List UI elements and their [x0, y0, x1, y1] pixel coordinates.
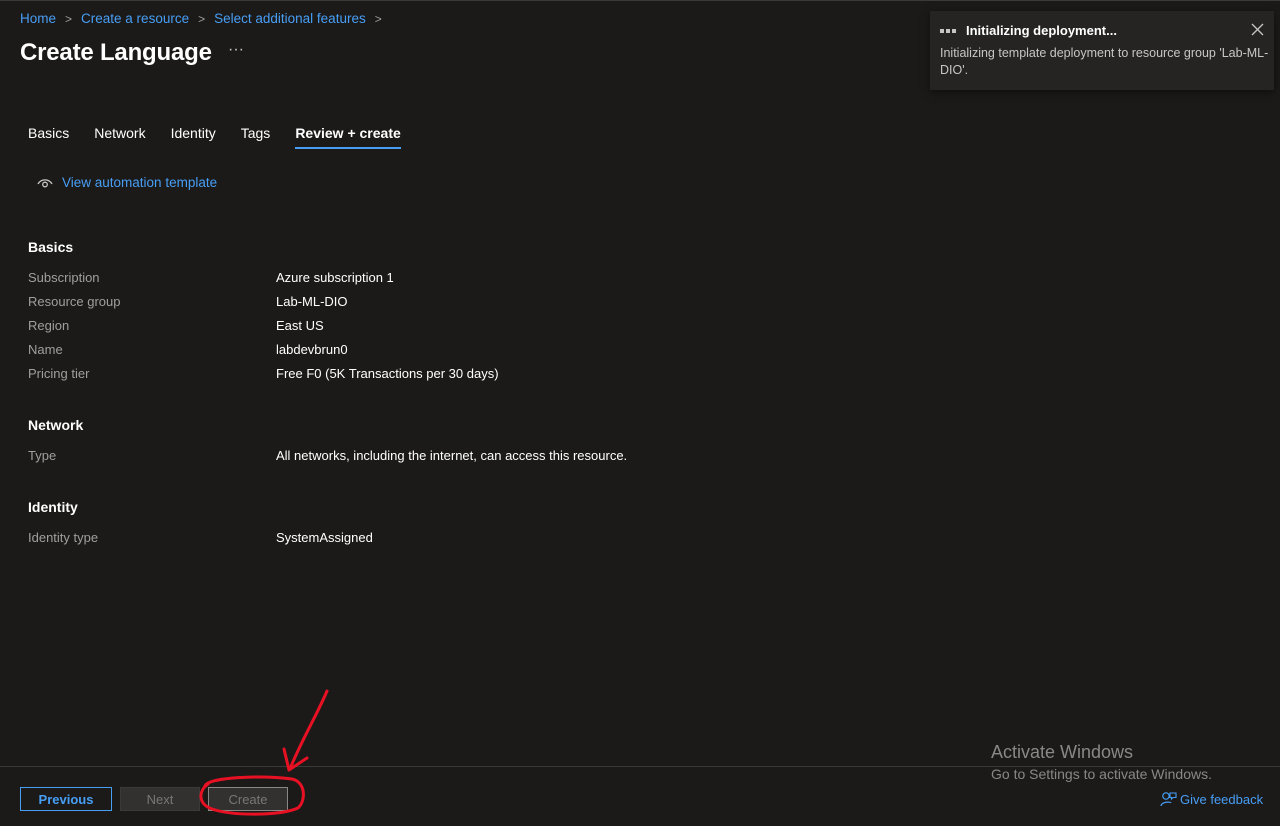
summary-value: Free F0 (5K Transactions per 30 days) — [276, 365, 499, 381]
summary-key: Pricing tier — [28, 365, 90, 381]
breadcrumb-separator: > — [374, 11, 382, 26]
create-language-page: Home > Create a resource > Select additi… — [0, 0, 1280, 826]
summary-row: Resource group Lab-ML-DIO — [28, 289, 499, 313]
summary-value: All networks, including the internet, ca… — [276, 447, 628, 463]
close-icon[interactable] — [1251, 23, 1264, 36]
give-feedback-label: Give feedback — [1180, 791, 1264, 807]
summary-value: labdevbrun0 — [276, 341, 348, 357]
previous-button[interactable]: Previous — [20, 787, 112, 811]
section-network: Network Type All networks, including the… — [28, 417, 627, 467]
feedback-person-icon — [1160, 792, 1177, 807]
more-options-button[interactable]: ··· — [228, 41, 244, 59]
summary-key: Identity type — [28, 529, 99, 545]
summary-value: Lab-ML-DIO — [276, 293, 348, 309]
summary-key: Region — [28, 317, 70, 333]
eye-icon — [37, 178, 53, 187]
summary-value: East US — [276, 317, 324, 333]
notification-title: Initializing deployment... — [966, 23, 1117, 38]
summary-row: Name labdevbrun0 — [28, 337, 499, 361]
notification-header: Initializing deployment... — [940, 23, 1260, 38]
summary-row: Region East US — [28, 313, 499, 337]
section-title-network: Network — [28, 417, 84, 433]
breadcrumb-additional-features[interactable]: Select additional features — [214, 11, 366, 26]
tab-bar: Basics Network Identity Tags Review + cr… — [28, 125, 426, 149]
breadcrumb-home[interactable]: Home — [20, 11, 56, 26]
tab-basics[interactable]: Basics — [28, 125, 69, 149]
breadcrumb-separator: > — [198, 11, 206, 26]
section-basics: Basics Subscription Azure subscription 1… — [28, 239, 499, 385]
watermark-subtitle: Go to Settings to activate Windows. — [991, 766, 1212, 782]
summary-row: Type All networks, including the interne… — [28, 443, 627, 467]
activate-windows-watermark: Activate Windows Go to Settings to activ… — [991, 742, 1212, 782]
section-title-basics: Basics — [28, 239, 74, 255]
view-automation-template-label: View automation template — [62, 175, 218, 190]
notification-message: Initializing template deployment to reso… — [940, 46, 1269, 77]
breadcrumb-separator: > — [65, 11, 73, 26]
section-title-identity: Identity — [28, 499, 78, 515]
page-title: Create Language — [20, 39, 212, 66]
summary-key: Resource group — [28, 293, 121, 309]
next-button[interactable]: Next — [120, 787, 200, 811]
summary-value: Azure subscription 1 — [276, 269, 394, 285]
breadcrumb: Home > Create a resource > Select additi… — [20, 11, 391, 26]
tab-review-create[interactable]: Review + create — [295, 125, 401, 149]
watermark-title: Activate Windows — [991, 742, 1134, 762]
section-identity: Identity Identity type SystemAssigned — [28, 499, 373, 549]
summary-value: SystemAssigned — [276, 529, 373, 545]
summary-key: Type — [28, 447, 57, 463]
summary-key: Name — [28, 341, 63, 357]
view-automation-template-link[interactable]: View automation template — [37, 175, 217, 190]
tab-tags[interactable]: Tags — [241, 125, 271, 149]
summary-key: Subscription — [28, 269, 100, 285]
annotation-arrow-shaft — [288, 689, 329, 771]
breadcrumb-create-resource[interactable]: Create a resource — [81, 11, 189, 26]
progress-dots-icon — [940, 28, 958, 33]
give-feedback-link[interactable]: Give feedback — [1160, 791, 1263, 807]
deployment-notification[interactable]: Initializing deployment... Initializing … — [930, 11, 1274, 90]
create-button[interactable]: Create — [208, 787, 288, 811]
tab-identity[interactable]: Identity — [171, 125, 216, 149]
tab-network[interactable]: Network — [94, 125, 145, 149]
summary-row: Identity type SystemAssigned — [28, 525, 373, 549]
summary-row: Pricing tier Free F0 (5K Transactions pe… — [28, 361, 499, 385]
summary-row: Subscription Azure subscription 1 — [28, 265, 499, 289]
